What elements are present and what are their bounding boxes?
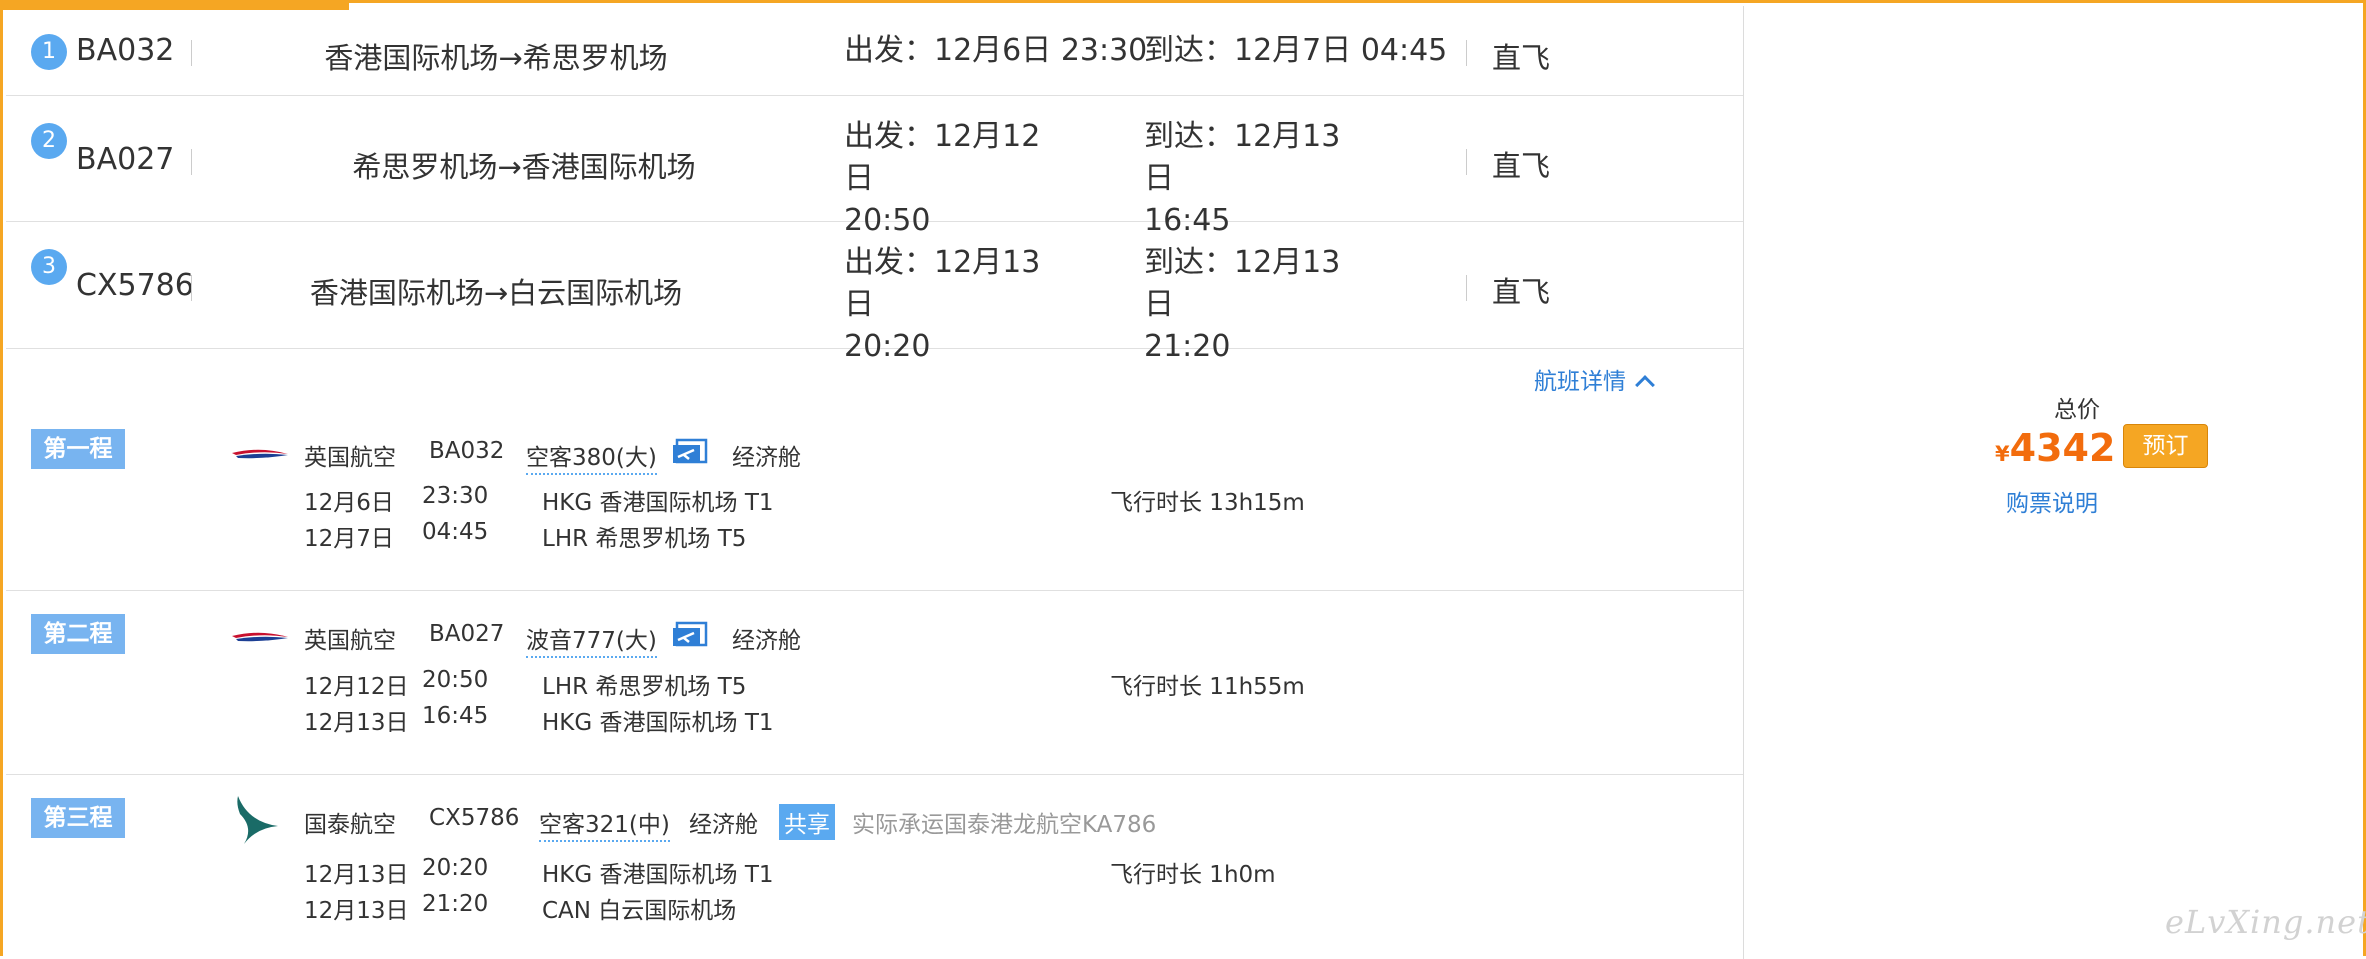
leg-arrival-row: 12月13日 21:20 CAN 白云国际机场 [304,891,1504,924]
arrival-label: 到达： [1144,245,1234,280]
leg-departure-row: 12月13日 20:20 HKG 香港国际机场 T1 飞行时长 1h0m [304,855,1504,888]
segment-route: 香港国际机场→白云国际机场 [309,276,683,310]
segment-row-1: 1 BA032 香港国际机场→希思罗机场 出发：12月6日 23:30 到达：1… [6,6,1743,96]
watermark: eLvXing.net [2165,903,2366,941]
cabin-class: 经济舱 [732,445,801,471]
aircraft-type-link[interactable]: 空客321(中) [539,805,670,842]
segment-row-3: 3 CX5786 香港国际机场→白云国际机场 出发：12月13日 20:20 到达… [6,222,1743,364]
leg-detail-3: 第三程 国泰航空 CX5786 空客321(中) 经济舱 共享 实际承运国泰港龙… [6,775,1743,959]
departure-time: 20:20 [422,855,489,881]
departure-label: 出发： [844,119,934,154]
leg-detail-1: 第一程 英国航空 BA032 空客380(大) 经济舱 12月6日 23:30 [6,349,1743,591]
total-price-label: 总价 [2054,397,2100,423]
leg-flight-info: 英国航空 BA032 空客380(大) 经济舱 [304,438,1504,475]
leg-departure-row: 12月6日 23:30 HKG 香港国际机场 T1 飞行时长 13h15m [304,483,1504,516]
book-button[interactable]: 预订 [2123,424,2208,468]
departure-date: 12月6日 [934,33,1052,68]
flight-result-card: 1 BA032 香港国际机场→希思罗机场 出发：12月6日 23:30 到达：1… [0,0,2366,959]
cabin-class: 经济舱 [732,628,801,654]
arrival-date: 12月7日 [1234,33,1352,68]
british-airways-speedmarque-icon [232,449,288,459]
segment-arrival: 到达：12月7日 04:45 [1144,30,1447,72]
arrival-airport: LHR 希思罗机场 T5 [542,526,747,552]
arrival-airport: CAN 白云国际机场 [542,898,737,924]
departure-date: 12月6日 [304,490,394,516]
airline-name: 英国航空 [304,445,396,471]
segment-departure: 出发：12月6日 23:30 [844,30,1147,72]
flight-number: BA027 [429,621,505,647]
ticket-info-link[interactable]: 购票说明 [2006,484,2098,518]
flight-number: BA032 [429,438,505,464]
leg-arrival-row: 12月7日 04:45 LHR 希思罗机场 T5 [304,519,1504,552]
leg-flight-info: 国泰航空 CX5786 空客321(中) 经济舱 共享 实际承运国泰港龙航空KA… [304,804,1724,842]
arrival-label: 到达： [1144,119,1234,154]
operated-by-note: 实际承运国泰港龙航空KA786 [852,812,1157,838]
departure-label: 出发： [844,33,934,68]
flight-number: CX5786 [429,805,520,831]
airline-name: 国泰航空 [304,812,396,838]
segment-route: 希思罗机场→香港国际机场 [352,150,696,184]
arrival-date: 12月13日 [304,898,409,924]
segment-number-badge: 1 [31,34,67,70]
codeshare-badge: 共享 [779,804,835,840]
leg-badge: 第一程 [31,429,125,469]
departure-airport: HKG 香港国际机场 T1 [542,490,774,516]
flight-duration: 飞行时长 13h15m [1110,490,1305,516]
total-price: ¥4342 [1995,426,2115,470]
currency-symbol: ¥ [1995,442,2010,466]
leg-arrival-row: 12月13日 16:45 HKG 香港国际机场 T1 [304,703,1504,736]
cathay-pacific-brushwing-icon [237,796,278,844]
segment-route: 香港国际机场→希思罗机场 [324,41,668,75]
leg-detail-2: 第二程 英国航空 BA027 波音777(大) 经济舱 12月12日 20:50 [6,591,1743,775]
divider [1466,149,1467,175]
segment-row-2: 2 BA027 希思罗机场→香港国际机场 出发：12月12日 20:50 到达：1… [6,96,1743,238]
segment-type: 直飞 [1492,149,1551,183]
itinerary-pane: 1 BA032 香港国际机场→希思罗机场 出发：12月6日 23:30 到达：1… [6,6,1744,959]
segment-flight-number: BA027 [76,142,175,177]
segment-number-badge: 3 [31,249,67,285]
leg-flight-info: 英国航空 BA027 波音777(大) 经济舱 [304,621,1504,658]
arrival-airport: HKG 香港国际机场 T1 [542,710,774,736]
divider [1466,40,1467,66]
arrival-date: 12月7日 [304,526,394,552]
departure-airport: HKG 香港国际机场 T1 [542,862,774,888]
aircraft-type-link[interactable]: 空客380(大) [526,438,657,475]
leg-badge: 第二程 [31,614,125,654]
flight-duration: 飞行时长 11h55m [1110,674,1305,700]
arrival-date: 12月13日 [304,710,409,736]
flight-duration: 飞行时长 1h0m [1110,862,1276,888]
departure-date: 12月13日 [304,862,409,888]
departure-date: 12月12日 [304,674,409,700]
leg-departure-row: 12月12日 20:50 LHR 希思罗机场 T5 飞行时长 11h55m [304,667,1504,700]
segment-number-badge: 2 [31,123,67,159]
departure-airport: LHR 希思罗机场 T5 [542,674,747,700]
departure-label: 出发： [844,245,934,280]
arrival-time: 04:45 [422,519,489,545]
departure-time: 23:30 [422,483,489,509]
price-amount: 4342 [2009,426,2116,470]
divider [1466,275,1467,301]
segment-type: 直飞 [1492,41,1551,75]
arrival-time: 04:45 [1360,33,1448,68]
meal-screen-icon [673,621,708,647]
meal-screen-icon [673,438,708,464]
departure-time: 23:30 [1060,33,1148,68]
arrival-time: 16:45 [422,703,489,729]
arrival-time: 21:20 [422,891,489,917]
british-airways-speedmarque-icon [232,632,288,642]
aircraft-type-link[interactable]: 波音777(大) [526,621,657,658]
airline-name: 英国航空 [304,628,396,654]
arrival-label: 到达： [1144,33,1234,68]
leg-badge: 第三程 [31,798,125,838]
segment-type: 直飞 [1492,275,1551,309]
departure-time: 20:50 [422,667,489,693]
cabin-class: 经济舱 [689,812,758,838]
price-pane: 总价 ¥4342 预订 购票说明 [1744,6,2366,959]
